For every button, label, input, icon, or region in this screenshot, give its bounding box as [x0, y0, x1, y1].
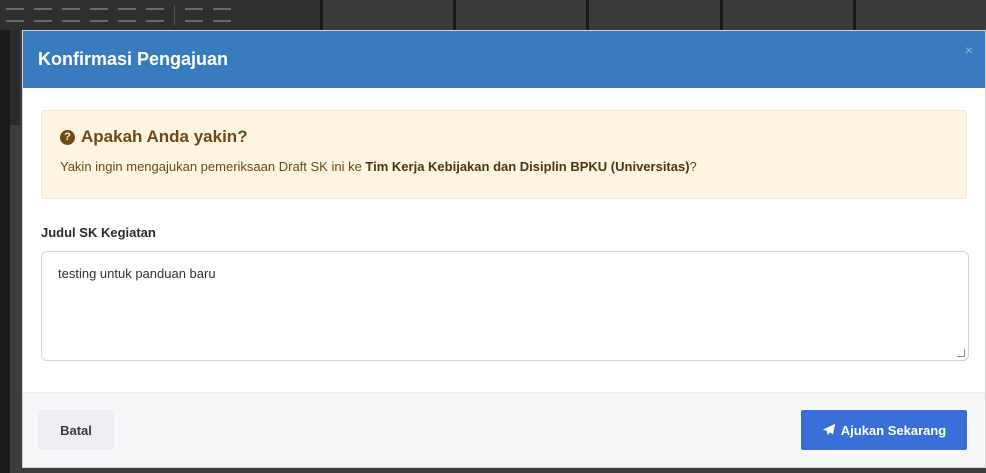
list-icon: [6, 8, 24, 22]
modal-body: ? Apakah Anda yakin? Yakin ingin mengaju…: [23, 88, 985, 361]
modal-title: Konfirmasi Pengajuan: [38, 49, 229, 69]
alert-text-after: ?: [689, 159, 697, 174]
background-table-columns: [320, 0, 986, 30]
line-height-icon: [146, 8, 164, 22]
table-icon: [213, 8, 231, 22]
paper-plane-icon: [822, 423, 835, 436]
modal-header: Konfirmasi Pengajuan ×: [23, 31, 985, 88]
close-icon[interactable]: ×: [965, 42, 973, 58]
alert-message: Yakin ingin mengajukan pemeriksaan Draft…: [60, 159, 948, 174]
alert-title-row: ? Apakah Anda yakin?: [60, 127, 948, 147]
numbered-list-icon: [62, 8, 80, 22]
eraser-icon: [185, 8, 203, 22]
alert-text-target: Tim Kerja Kebijakan dan Disiplin BPKU (U…: [365, 159, 690, 174]
alert-title: Apakah Anda yakin?: [81, 127, 248, 146]
submit-button-label: Ajukan Sekarang: [840, 422, 947, 438]
confirm-submission-modal: Konfirmasi Pengajuan × ? Apakah Anda yak…: [22, 30, 986, 468]
submit-button[interactable]: Ajukan Sekarang: [801, 410, 967, 450]
toolbar-divider: [174, 5, 175, 25]
indent-icon: [118, 8, 136, 22]
sk-title-label: Judul SK Kegiatan: [41, 225, 156, 240]
background-left-strip-inner: [10, 30, 20, 125]
background-left-strip: [0, 30, 10, 473]
alert-text-before: Yakin ingin mengajukan pemeriksaan Draft…: [60, 159, 366, 174]
modal-footer: Batal Ajukan Sekarang: [23, 392, 985, 467]
resize-handle-icon[interactable]: [957, 349, 965, 357]
cancel-button[interactable]: Batal: [38, 410, 114, 450]
outdent-icon: [90, 8, 108, 22]
sk-title-textarea[interactable]: testing untuk panduan baru: [41, 251, 969, 361]
bulleted-list-icon: [34, 8, 52, 22]
confirmation-alert: ? Apakah Anda yakin? Yakin ingin mengaju…: [41, 110, 967, 199]
question-circle-icon: ?: [60, 129, 75, 145]
